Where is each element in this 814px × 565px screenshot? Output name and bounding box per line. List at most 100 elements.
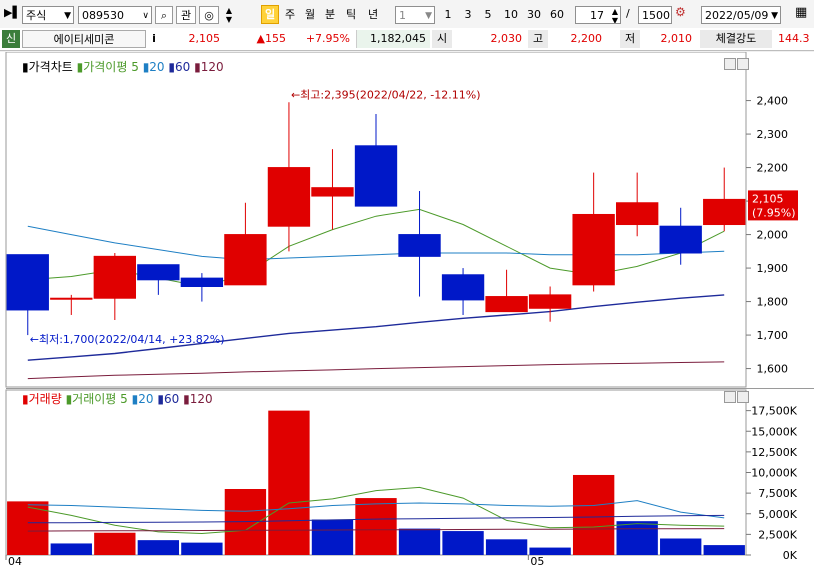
link-icon: ◎ [204,9,214,22]
volume-bar [50,543,92,555]
stock-code-value: 089530 [82,9,124,22]
unit-month-button[interactable]: 월 [302,6,318,24]
last-price-label: 2,105 [752,192,784,205]
spin-icon: ▲ ▼ [611,7,618,24]
candle-body [354,145,398,207]
volume-ytick-label: 2,500K [758,528,797,541]
volume-bar [268,410,310,555]
price-panel-minimize-button[interactable] [724,58,736,70]
settings-icon[interactable]: ⚙ [675,5,686,19]
candle-body [441,274,485,301]
volume-bar [660,538,702,555]
price-ma60-legend: ▮60 [168,60,191,74]
quick-interval-60[interactable]: 60 [546,6,568,24]
low-label: 저 [620,30,640,48]
volume-ytick-label: 0K [783,549,798,562]
quick-interval-1[interactable]: 1 [441,6,455,24]
total-input[interactable]: 1500 [638,6,672,24]
quote-bar: 신 에이티세미콘 i 2,105 ▲155 +7.95% 1,182,045 시… [0,28,814,51]
price-ytick-label: 2,000 [757,229,789,242]
volume-ma20-legend: ▮20 [131,392,154,406]
current-price: 2,105 [188,32,221,45]
volume-panel-close-button[interactable] [737,391,749,403]
unit-tick-button[interactable]: 틱 [343,6,359,24]
unit-year-button[interactable]: 년 [365,6,381,24]
low-price: 2,010 [660,32,693,45]
chevron-down-icon: ▼ [64,11,71,21]
market-select-value: 주식 [26,9,47,22]
info-button[interactable]: i [148,30,160,48]
trade-volume: 1,182,045 [356,30,430,48]
interval-select[interactable]: 1 ▼ [395,6,435,24]
count-input[interactable]: 17 ▲ ▼ [575,6,621,24]
volume-bar [616,521,658,555]
stock-code-input[interactable]: 089530 ∨ [78,6,152,24]
x-tick-label: 05 [530,555,544,565]
candle-body [50,297,93,300]
chart-toolbar: ▶▌ 주식 ▼ 089530 ∨ ⌕ 관 ◎ ▲ ▼ 일 주 월 분 틱 년 1 … [0,0,814,29]
quick-interval-5[interactable]: 5 [481,6,495,24]
quick-interval-3[interactable]: 3 [461,6,475,24]
volume-bar [181,542,223,555]
volume-ytick-label: 17,500K [751,405,797,418]
search-button[interactable]: ⌕ [155,6,173,24]
price-ytick-label: 1,700 [757,329,789,342]
price-ma20-legend: ▮20 [142,60,165,74]
volume-bar [398,528,441,555]
quick-interval-30[interactable]: 30 [523,6,545,24]
price-legend-title: ▮가격차트 [22,60,73,74]
price-legend: ▮가격차트 ▮가격이평 5 ▮20 ▮60 ▮120 [22,58,224,75]
chevron-down-icon: ▼ [771,11,778,21]
volume-ytick-label: 5,000K [758,508,797,521]
menu-arrow-icon[interactable]: ▶▌ [4,6,21,19]
high-label: 고 [528,30,548,48]
price-ytick-label: 2,200 [757,162,789,175]
price-ma120-legend: ▮120 [194,60,224,74]
volume-bar [94,532,136,555]
candle-body [224,234,267,286]
chart-canvas[interactable]: 1,6001,7001,8001,9002,0002,1002,2002,300… [0,52,814,565]
candle-body [311,187,354,197]
count-value: 17 [590,9,604,22]
stepper-button[interactable]: ▲ ▼ [222,6,236,24]
price-change-pct: +7.95% [305,32,350,45]
unit-week-button[interactable]: 주 [282,6,298,24]
price-ytick-label: 1,800 [757,296,789,309]
x-tick-label: 04 [8,555,22,565]
link-button[interactable]: ◎ [199,6,219,24]
price-ytick-label: 2,400 [757,95,789,108]
date-value: 2022/05/09 [705,9,769,22]
volume-bar [137,540,180,555]
volume-ytick-label: 15,000K [751,425,797,438]
unit-minute-button[interactable]: 분 [322,6,338,24]
candle-body [398,234,441,257]
volume-bar [311,519,354,555]
quick-interval-10[interactable]: 10 [500,6,522,24]
volume-panel-minimize-button[interactable] [724,391,736,403]
market-select[interactable]: 주식 ▼ [22,6,74,24]
price-ytick-label: 1,600 [757,363,789,376]
price-panel-close-button[interactable] [737,58,749,70]
candle-body [572,213,615,286]
unit-day-button[interactable]: 일 [261,5,279,24]
date-input[interactable]: 2022/05/09 ▼ [701,6,781,24]
volume-ma60-legend: ▮60 [157,392,180,406]
candle-body [616,202,659,226]
total-separator: / [626,7,630,20]
low-annotation: ←최저:1,700(2022/04/14, +23.82%) [30,333,225,346]
stock-name[interactable]: 에이티세미콘 [22,30,146,48]
candle-body [267,167,311,227]
volume-bar [529,547,571,555]
interest-button[interactable]: 관 [176,6,196,24]
price-ytick-label: 1,900 [757,262,789,275]
price-ma-legend: ▮가격이평 5 [76,60,139,74]
volume-bar [442,531,484,555]
volume-ma-legend: ▮거래이평 5 [65,392,128,406]
price-change: ▲155 [256,32,286,45]
calendar-icon[interactable]: ▦ [795,5,807,20]
candle-body [93,255,136,299]
last-price-pct-label: (7.95%) [752,206,796,219]
interval-value: 1 [399,9,406,22]
volume-legend-title: ▮거래량 [22,392,62,406]
volume-ytick-label: 7,500K [758,487,797,500]
